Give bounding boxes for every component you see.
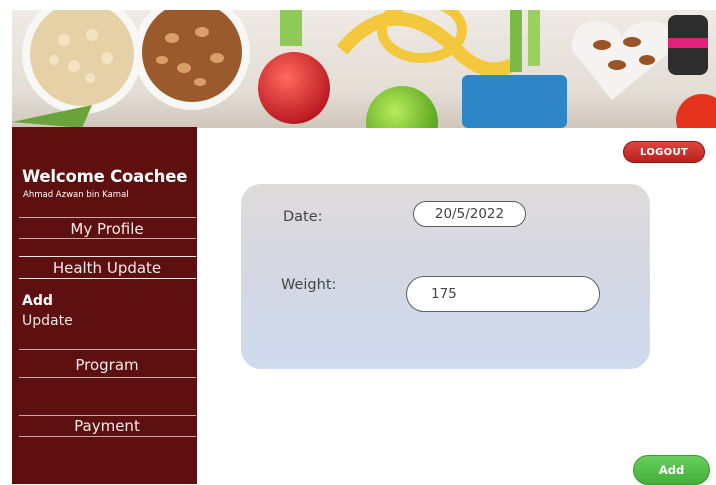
date-label: Date: — [283, 209, 323, 225]
username: Ahmad Azwan bin Kamal — [23, 190, 129, 200]
welcome-title: Welcome Coachee — [22, 167, 188, 186]
divider — [19, 256, 196, 257]
divider — [19, 349, 196, 350]
sidebar-item-health-update[interactable]: Health Update — [19, 259, 195, 277]
divider — [19, 377, 196, 378]
section-subtitle: Update — [22, 313, 73, 329]
logout-button[interactable]: LOGOUT — [623, 141, 705, 163]
sidebar-item-program[interactable]: Program — [19, 356, 195, 374]
weight-label: Weight: — [281, 277, 337, 293]
divider — [19, 217, 196, 218]
divider — [19, 278, 196, 279]
section-title: Add — [22, 293, 53, 309]
health-update-form: Date: 20/5/2022 Weight: 175 — [241, 184, 650, 369]
sidebar-item-my-profile[interactable]: My Profile — [19, 220, 195, 238]
date-field[interactable]: 20/5/2022 — [413, 201, 526, 227]
add-button[interactable]: Add — [633, 455, 710, 485]
sidebar-item-payment[interactable]: Payment — [19, 417, 195, 435]
divider — [19, 415, 196, 416]
weight-field[interactable]: 175 — [406, 276, 600, 312]
divider — [19, 436, 196, 437]
divider — [19, 238, 196, 239]
sidebar: Welcome Coachee Ahmad Azwan bin Kamal My… — [12, 127, 197, 484]
healthy-food-banner-image — [12, 10, 716, 128]
